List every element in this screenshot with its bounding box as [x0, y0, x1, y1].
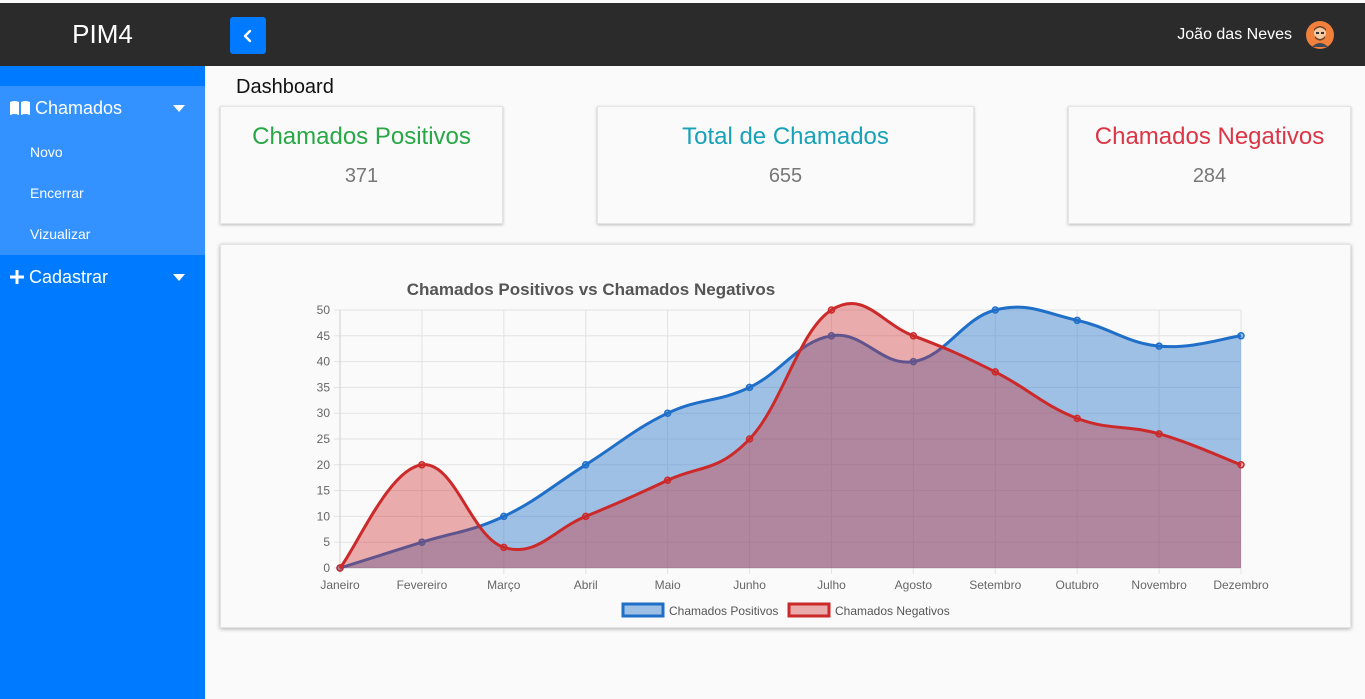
card-title: Chamados Negativos [1094, 123, 1325, 150]
top-navbar: PIM4 João das Neves [0, 3, 1365, 66]
data-point [418, 461, 426, 469]
data-point [1237, 461, 1245, 469]
data-point [663, 476, 672, 485]
data-point [745, 383, 754, 392]
data-point [1237, 332, 1245, 340]
data-point [336, 564, 344, 572]
card-title: Chamados Positivos [252, 123, 471, 150]
card-value: 371 [344, 165, 379, 187]
data-point [1073, 316, 1081, 325]
area-chart: Chamados Positivos vs Chamados Negativos… [317, 280, 1269, 618]
brand-logo[interactable]: PIM4 [0, 3, 205, 66]
sidebar-toggle-button[interactable] [230, 17, 266, 54]
card-chamados-positivos: Chamados Positivos 371 [220, 106, 503, 224]
data-point [991, 368, 1000, 376]
x-tick-label: Março [487, 578, 521, 592]
x-tick-label: Abril [574, 578, 598, 592]
y-tick-label: 25 [317, 432, 331, 446]
y-tick-label: 20 [317, 458, 331, 472]
x-tick-label: Julho [817, 578, 846, 592]
x-tick-label: Setembro [969, 578, 1021, 592]
y-tick-label: 10 [317, 509, 331, 523]
plus-icon [9, 269, 25, 285]
y-tick-label: 35 [317, 380, 331, 394]
y-tick-label: 50 [317, 303, 331, 317]
y-tick-label: 30 [317, 406, 331, 420]
sidebar-item-cadastrar[interactable]: Cadastrar [0, 255, 205, 299]
card-total-chamados: Total de Chamados 655 [597, 106, 974, 224]
card-chamados-negativos: Chamados Negativos 284 [1068, 106, 1351, 224]
sidebar-item-label: Cadastrar [29, 266, 109, 287]
x-tick-label: Fevereiro [397, 578, 448, 592]
chevron-left-icon [243, 29, 252, 42]
sidebar: Chamados Novo Encerrar Vizualizar Cadast… [0, 66, 205, 699]
card-value: 655 [768, 165, 803, 187]
data-point [991, 306, 1000, 314]
card-title: Total de Chamados [682, 123, 889, 150]
user-name[interactable]: João das Neves [1177, 3, 1292, 66]
sidebar-subitem-vizualizar[interactable]: Vizualizar [30, 226, 90, 242]
x-tick-label: Outubro [1056, 578, 1100, 592]
caret-down-icon [173, 274, 185, 281]
page-title: Dashboard [236, 76, 334, 98]
y-tick-label: 40 [317, 355, 331, 369]
sidebar-subitem-novo[interactable]: Novo [30, 144, 63, 160]
data-point [1155, 342, 1163, 350]
y-tick-label: 15 [317, 484, 331, 498]
sidebar-item-chamados[interactable]: Chamados [0, 86, 205, 130]
data-point [500, 543, 508, 552]
data-point [1073, 414, 1081, 423]
x-tick-label: Junho [733, 578, 766, 592]
data-point [1155, 430, 1163, 438]
x-tick-label: Agosto [895, 578, 933, 592]
data-point [500, 512, 508, 521]
data-point [581, 461, 590, 469]
y-tick-label: 45 [317, 329, 331, 343]
data-point [909, 332, 918, 340]
x-tick-label: Dezembro [1213, 578, 1269, 592]
data-point [663, 409, 672, 417]
sidebar-subitem-encerrar[interactable]: Encerrar [30, 185, 84, 201]
legend-label: Chamados Negativos [835, 604, 950, 618]
caret-down-icon [173, 105, 185, 112]
x-tick-label: Maio [655, 578, 681, 592]
user-avatar-icon[interactable] [1306, 21, 1334, 49]
x-tick-label: Janeiro [320, 578, 360, 592]
chart-title: Chamados Positivos vs Chamados Negativos [407, 280, 775, 299]
data-point [745, 435, 754, 443]
data-point [581, 512, 590, 521]
y-tick-label: 5 [323, 535, 330, 549]
card-value: 284 [1192, 165, 1227, 187]
legend-label: Chamados Positivos [669, 604, 778, 618]
legend-swatch [621, 602, 665, 618]
y-tick-label: 0 [323, 561, 330, 575]
x-tick-label: Novembro [1131, 578, 1187, 592]
book-icon [9, 100, 31, 116]
chart-card: Chamados Positivos vs Chamados Negativos… [220, 244, 1351, 628]
sidebar-item-label: Chamados [35, 97, 123, 118]
data-point [827, 306, 836, 314]
legend-swatch [787, 602, 831, 618]
